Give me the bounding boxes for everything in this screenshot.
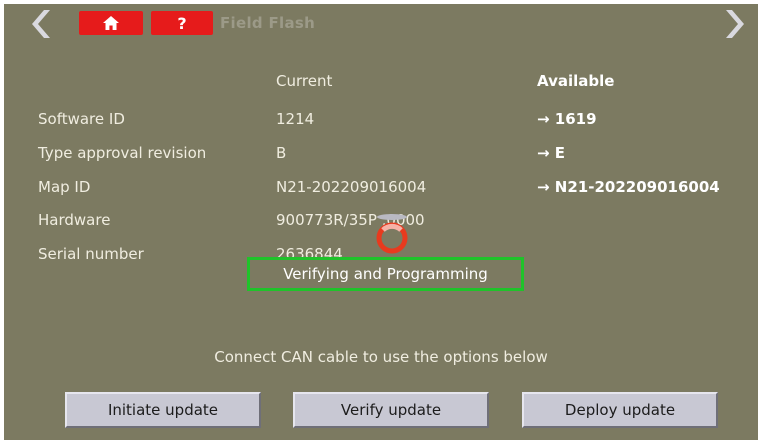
home-icon [103, 16, 119, 30]
progress-message: Verifying and Programming [283, 265, 488, 283]
row-current-software-id: 1214 [276, 110, 315, 128]
header-current: Current [276, 72, 333, 90]
row-label-type-approval: Type approval revision [38, 144, 207, 162]
row-current-type-approval: B [276, 144, 287, 162]
help-button[interactable]: ? [151, 11, 213, 35]
row-label-serial-number: Serial number [38, 245, 144, 263]
help-label: ? [177, 13, 187, 33]
row-label-hardware: Hardware [38, 211, 111, 229]
title-bar: ? Field Flash [4, 4, 758, 44]
chevron-left-icon[interactable] [30, 8, 50, 40]
progress-dialog: Verifying and Programming [247, 257, 524, 291]
row-label-map-id: Map ID [38, 178, 91, 196]
home-button[interactable] [79, 11, 143, 35]
chevron-right-icon[interactable] [726, 8, 746, 40]
initiate-update-button[interactable]: Initiate update [65, 392, 261, 428]
row-available-type-approval: → E [537, 144, 566, 162]
row-current-map-id: N21-202209016004 [276, 178, 427, 196]
verify-update-button[interactable]: Verify update [293, 392, 489, 428]
loading-spinner-icon [376, 214, 408, 254]
row-available-map-id: → N21-202209016004 [537, 178, 720, 196]
header-available: Available [537, 72, 615, 90]
row-label-software-id: Software ID [38, 110, 125, 128]
page-title: Field Flash [220, 14, 316, 32]
field-flash-screen: ? Field Flash Current Available Software… [4, 4, 758, 440]
row-available-software-id: → 1619 [537, 110, 597, 128]
connect-can-message: Connect CAN cable to use the options bel… [214, 348, 548, 366]
deploy-update-button[interactable]: Deploy update [522, 392, 718, 428]
